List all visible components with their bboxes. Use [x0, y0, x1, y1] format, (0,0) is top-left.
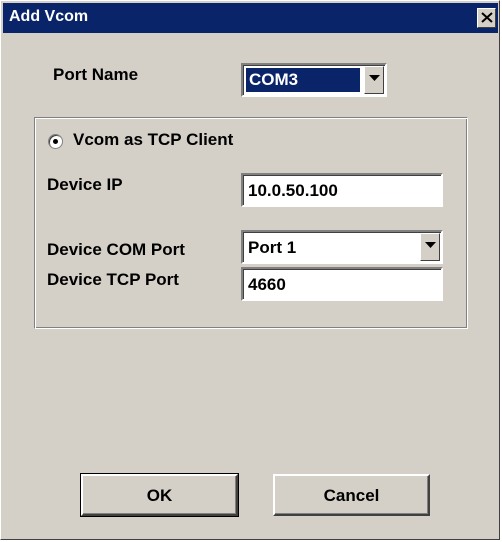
port-name-selected: COM3 — [246, 68, 360, 92]
tcp-client-radio[interactable] — [48, 134, 63, 149]
tcp-client-radio-label[interactable]: Vcom as TCP Client — [73, 130, 233, 150]
device-ip-value: 10.0.50.100 — [248, 181, 338, 200]
port-name-dropdown-button[interactable] — [364, 66, 384, 94]
device-ip-label: Device IP — [47, 175, 123, 194]
window-title: Add Vcom — [9, 8, 89, 25]
port-name-label: Port Name — [53, 65, 139, 84]
radio-selected-dot — [53, 139, 58, 144]
title-bar[interactable]: Add Vcom — [3, 3, 498, 33]
device-tcp-port-label: Device TCP Port — [47, 270, 179, 289]
port-name-value: COM3 — [249, 70, 299, 89]
chevron-down-icon — [369, 75, 380, 81]
device-ip-input[interactable]: 10.0.50.100 — [241, 173, 443, 207]
device-tcp-port-input[interactable]: 4660 — [241, 267, 443, 301]
device-com-port-label: Device COM Port — [47, 240, 185, 259]
port-name-combo[interactable]: COM3 — [241, 63, 387, 97]
ok-button[interactable]: OK — [80, 473, 239, 517]
close-button[interactable] — [477, 8, 496, 28]
cancel-button[interactable]: Cancel — [273, 474, 430, 516]
device-tcp-port-value: 4660 — [248, 275, 286, 294]
cancel-button-label: Cancel — [323, 486, 380, 505]
device-com-port-dropdown-button[interactable] — [420, 233, 440, 261]
chevron-down-icon — [425, 242, 436, 248]
device-com-port-combo[interactable]: Port 1 — [241, 230, 443, 264]
close-icon — [481, 12, 493, 23]
add-vcom-dialog: Add Vcom Port Name COM3 Vcom as TCP Clie… — [0, 0, 500, 540]
device-com-port-value: Port 1 — [248, 238, 297, 257]
ok-button-label: OK — [146, 486, 173, 505]
